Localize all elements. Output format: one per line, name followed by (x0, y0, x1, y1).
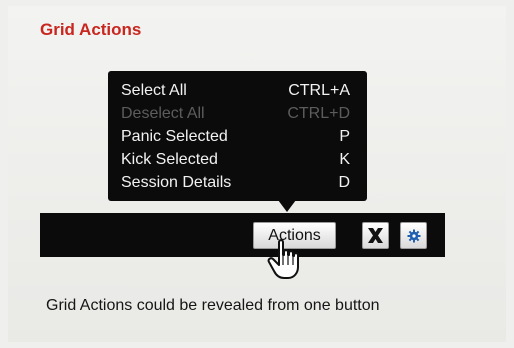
gear-icon (407, 229, 420, 242)
menu-item-shortcut: D (338, 174, 350, 191)
grid-toolbar: Actions (40, 213, 445, 257)
menu-item-label: Deselect All (121, 105, 205, 122)
menu-item-shortcut: K (339, 151, 350, 168)
menu-item-label: Kick Selected (121, 151, 218, 168)
caption-text: Grid Actions could be revealed from one … (46, 297, 380, 314)
menu-item-label: Select All (121, 82, 187, 99)
menu-item-deselect-all: Deselect All CTRL+D (121, 103, 350, 124)
menu-pointer-arrow (278, 200, 296, 212)
actions-dropdown-menu: Select All CTRL+A Deselect All CTRL+D Pa… (108, 71, 367, 201)
menu-item-panic-selected[interactable]: Panic Selected P (121, 126, 350, 147)
menu-item-label: Panic Selected (121, 128, 228, 145)
section-title: Grid Actions (40, 20, 142, 39)
hand-pointer-cursor-icon (267, 239, 299, 279)
menu-item-shortcut: CTRL+A (288, 82, 350, 99)
menu-item-shortcut: CTRL+D (287, 105, 350, 122)
menu-item-label: Session Details (121, 174, 232, 191)
menu-item-select-all[interactable]: Select All CTRL+A (121, 80, 350, 101)
close-button[interactable] (362, 222, 389, 249)
close-x-icon (368, 228, 383, 243)
menu-item-session-details[interactable]: Session Details D (121, 172, 350, 193)
menu-item-kick-selected[interactable]: Kick Selected K (121, 149, 350, 170)
menu-item-shortcut: P (339, 128, 350, 145)
settings-button[interactable] (400, 222, 427, 249)
